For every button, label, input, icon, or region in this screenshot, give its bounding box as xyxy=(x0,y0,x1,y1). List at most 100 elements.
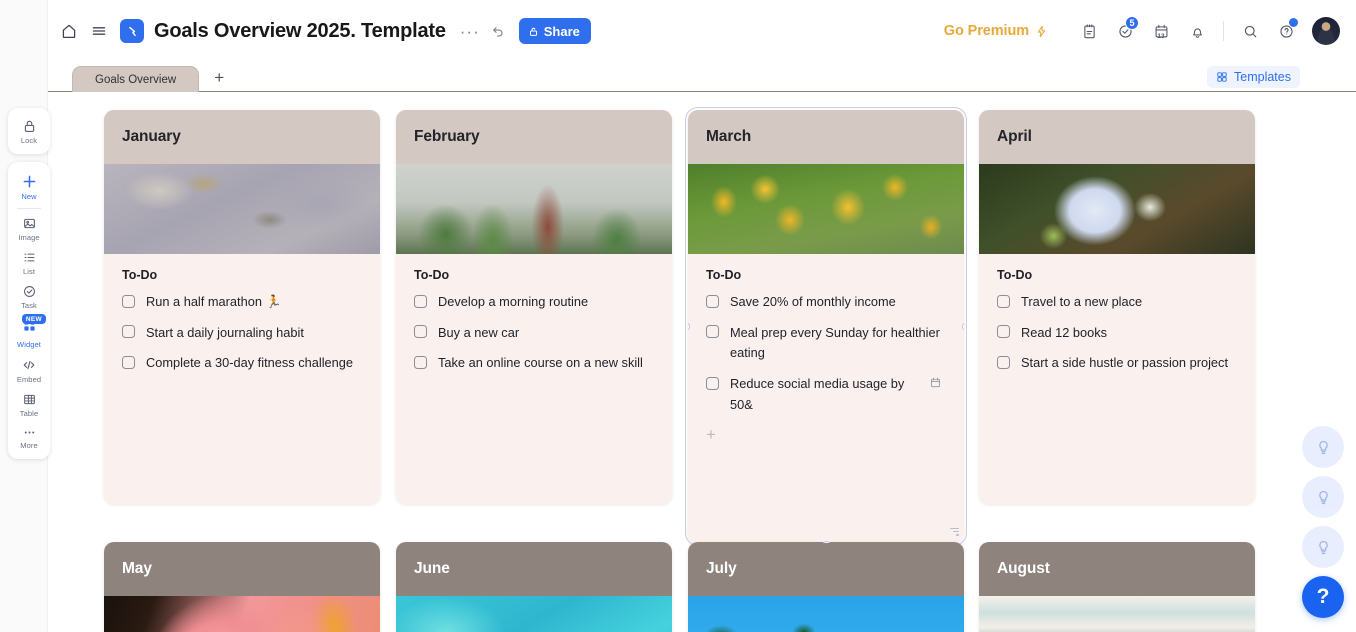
tool-widget[interactable]: NEW Widget xyxy=(8,313,50,352)
tool-table-label: Table xyxy=(19,409,39,418)
hamburger-menu-icon[interactable] xyxy=(84,16,114,46)
tab-bar: Goals Overview + Templates xyxy=(48,62,1356,92)
todo-item[interactable]: Start a daily journaling habit xyxy=(122,323,362,344)
resize-handle-bottom[interactable] xyxy=(821,540,831,543)
todo-item[interactable]: Travel to a new place xyxy=(997,292,1237,313)
card-cover-image-pink-peony xyxy=(104,596,380,632)
templates-button[interactable]: Templates xyxy=(1207,66,1300,88)
card-month-title: April xyxy=(997,128,1032,145)
todo-checkbox[interactable] xyxy=(414,294,427,308)
month-card-april[interactable]: April To-Do Travel to a new place Read 1… xyxy=(979,110,1255,505)
tool-new-label: New xyxy=(21,192,37,201)
tasks-count-badge: 5 xyxy=(1125,16,1139,30)
add-todo-button[interactable]: + xyxy=(706,426,946,443)
todo-text: Meal prep every Sunday for healthier eat… xyxy=(730,324,940,361)
tab-goals-overview[interactable]: Goals Overview xyxy=(72,66,200,92)
card-month-title: June xyxy=(414,560,450,577)
todo-checkbox[interactable] xyxy=(122,294,135,308)
page-title[interactable]: Goals Overview 2025. Template xyxy=(154,20,446,43)
month-card-february[interactable]: February To-Do Develop a morning routine… xyxy=(396,110,672,505)
todo-text: Save 20% of monthly income xyxy=(730,294,896,309)
lightning-icon xyxy=(1037,25,1046,37)
header-right-group: Go Premium 5 13 xyxy=(944,14,1340,48)
todo-checkbox[interactable] xyxy=(997,325,1010,339)
share-button[interactable]: Share xyxy=(518,18,591,44)
todo-checkbox[interactable] xyxy=(997,294,1010,308)
todo-heading: To-Do xyxy=(414,268,450,282)
tool-lock[interactable]: Lock xyxy=(8,114,50,148)
month-card-june[interactable]: June xyxy=(396,542,672,632)
canvas-board[interactable]: January To-Do Run a half marathon 🏃 Star… xyxy=(48,93,1356,632)
card-header: August xyxy=(979,542,1255,596)
card-body: To-Do Run a half marathon 🏃 Start a dail… xyxy=(104,254,380,504)
notepad-icon[interactable] xyxy=(1072,14,1106,48)
todo-checkbox[interactable] xyxy=(414,325,427,339)
card-cover-image-yellow-tulips xyxy=(688,164,964,254)
tool-list[interactable]: List xyxy=(8,245,50,279)
card-header: May xyxy=(104,542,380,596)
tool-new[interactable]: New xyxy=(8,168,50,204)
plus-icon xyxy=(23,175,35,188)
resize-handle-corner[interactable] xyxy=(949,527,959,538)
todo-date-icon[interactable] xyxy=(929,376,942,394)
templates-label: Templates xyxy=(1234,70,1291,84)
todo-item[interactable]: Develop a morning routine xyxy=(414,292,654,313)
tool-embed[interactable]: Embed xyxy=(8,352,50,387)
go-premium-button[interactable]: Go Premium xyxy=(944,23,1048,39)
todo-item[interactable]: Complete a 30-day fitness challenge xyxy=(122,353,362,374)
card-header: March xyxy=(688,110,964,164)
month-card-july[interactable]: July xyxy=(688,542,964,632)
todo-checkbox[interactable] xyxy=(706,376,719,390)
card-body: To-Do Develop a morning routine Buy a ne… xyxy=(396,254,672,504)
card-header: February xyxy=(396,110,672,164)
help-circle-icon[interactable] xyxy=(1269,14,1303,48)
todo-item[interactable]: Meal prep every Sunday for healthier eat… xyxy=(706,323,946,364)
todo-checkbox[interactable] xyxy=(122,355,135,369)
todo-checkbox[interactable] xyxy=(997,355,1010,369)
todo-item[interactable]: Run a half marathon 🏃 xyxy=(122,292,362,313)
tool-image[interactable]: Image xyxy=(8,211,50,245)
title-more-button[interactable]: ··· xyxy=(460,23,480,40)
lightbulb-icon-3[interactable] xyxy=(1302,526,1344,568)
table-icon xyxy=(23,394,35,405)
todo-item[interactable]: Buy a new car xyxy=(414,323,654,344)
tool-more-label: More xyxy=(20,441,38,450)
add-tab-button[interactable]: + xyxy=(205,65,233,91)
help-fab-button[interactable]: ? xyxy=(1302,576,1344,618)
undo-icon[interactable] xyxy=(490,24,505,39)
month-card-january[interactable]: January To-Do Run a half marathon 🏃 Star… xyxy=(104,110,380,505)
todo-checkbox[interactable] xyxy=(414,355,427,369)
todo-heading: To-Do xyxy=(122,268,158,282)
todo-checkbox[interactable] xyxy=(706,294,719,308)
todo-item[interactable]: Reduce social media usage by 50& xyxy=(706,374,946,415)
month-card-august[interactable]: August xyxy=(979,542,1255,632)
lightbulb-icon-2[interactable] xyxy=(1302,476,1344,518)
header-divider xyxy=(1223,21,1224,41)
user-avatar[interactable] xyxy=(1312,17,1340,45)
month-card-march[interactable]: March To-Do Save 20% of monthly income M… xyxy=(685,107,967,546)
notifications-bell-icon[interactable] xyxy=(1180,14,1214,48)
image-icon xyxy=(23,218,35,229)
todo-item[interactable]: Read 12 books xyxy=(997,323,1237,344)
month-card-may[interactable]: May xyxy=(104,542,380,632)
todo-text: Run a half marathon 🏃 xyxy=(146,294,282,309)
calendar-icon[interactable]: 13 xyxy=(1144,14,1178,48)
tool-table[interactable]: Table xyxy=(8,387,50,421)
card-cover-image-winter-branches xyxy=(104,164,380,254)
home-icon[interactable] xyxy=(54,16,84,46)
todo-checkbox[interactable] xyxy=(706,325,719,339)
todo-item[interactable]: Take an online course on a new skill xyxy=(414,353,654,374)
tasks-icon[interactable]: 5 xyxy=(1108,14,1142,48)
tool-image-label: Image xyxy=(18,233,40,242)
resize-handle-right[interactable] xyxy=(962,321,964,331)
tool-more[interactable]: More xyxy=(8,421,50,453)
todo-item[interactable]: Save 20% of monthly income xyxy=(706,292,946,313)
search-icon[interactable] xyxy=(1233,14,1267,48)
app-logo-icon[interactable] xyxy=(120,19,144,43)
widget-new-badge: NEW xyxy=(22,314,46,324)
lightbulb-icon-1[interactable] xyxy=(1302,426,1344,468)
todo-checkbox[interactable] xyxy=(122,325,135,339)
todo-item[interactable]: Start a side hustle or passion project xyxy=(997,353,1237,374)
todo-text: Take an online course on a new skill xyxy=(438,355,643,371)
tool-task[interactable]: Task xyxy=(8,279,50,313)
